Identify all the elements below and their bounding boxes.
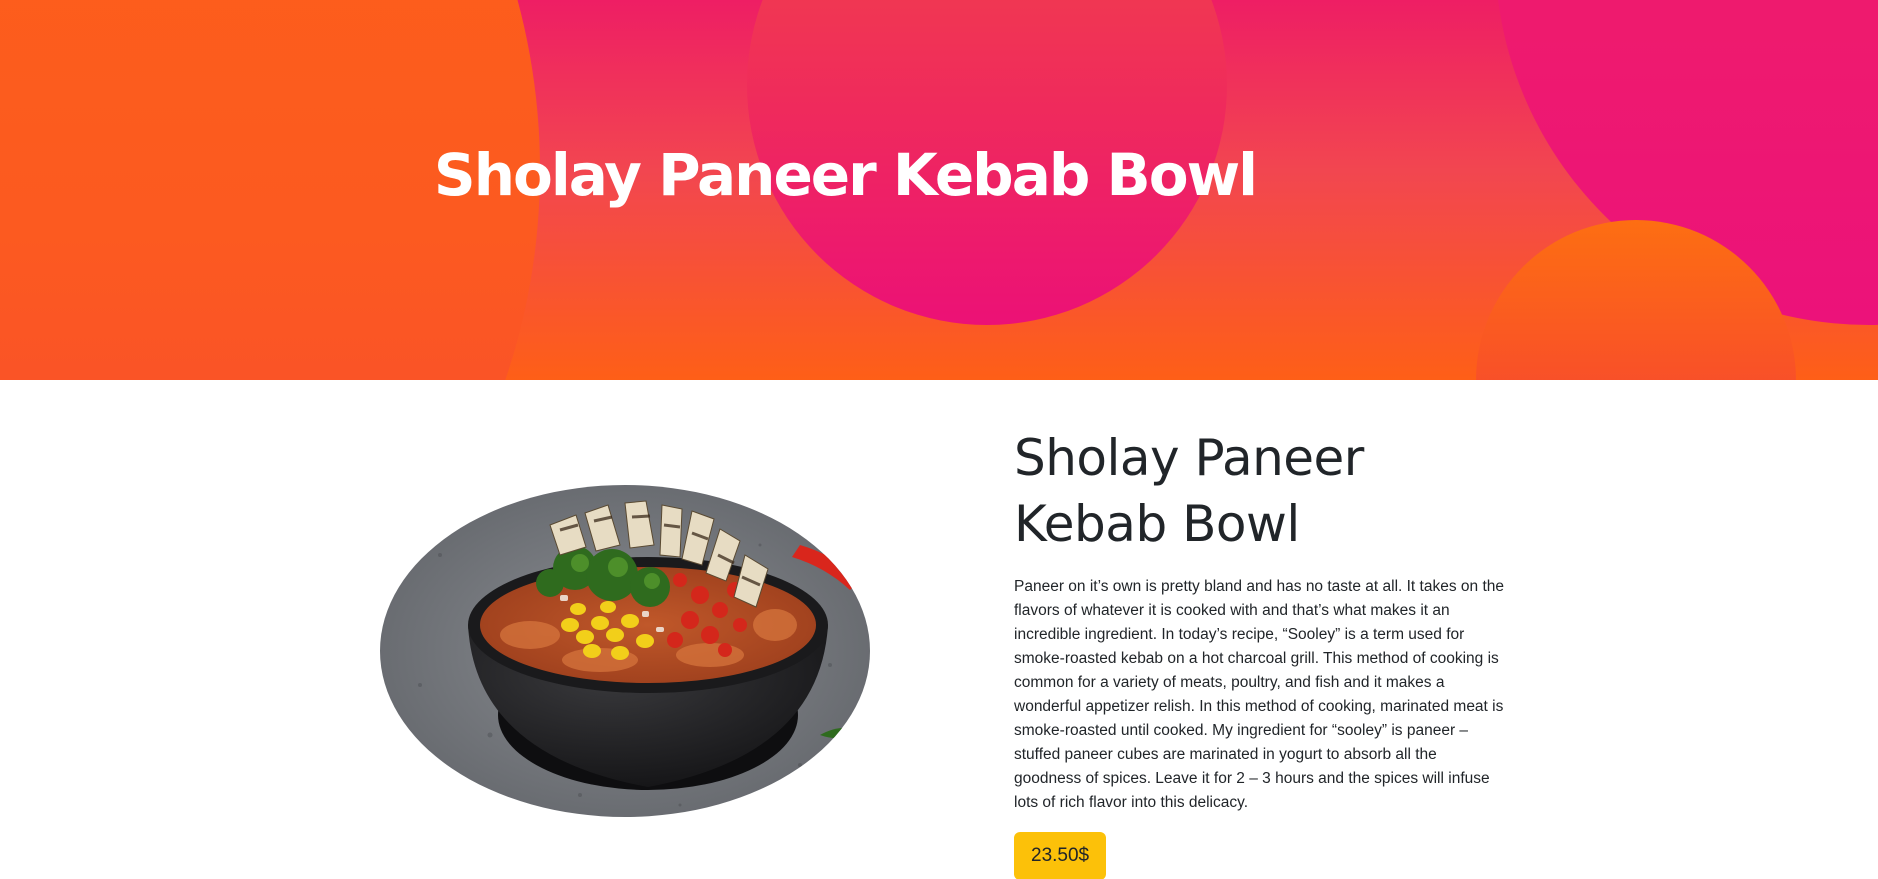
recipe-description: Paneer on it’s own is pretty bland and h…: [1014, 578, 1504, 811]
food-bowl-icon: [380, 485, 870, 817]
recipe-title: Sholay Paneer Kebab Bowl: [1014, 429, 1364, 553]
page: Sholay Paneer Kebab Bowl Sholay Paneer K…: [0, 0, 1878, 879]
hero-banner: Sholay Paneer Kebab Bowl: [0, 0, 1878, 380]
recipe-section: Sholay Paneer Kebab Bowl Paneer on it’s …: [0, 380, 1878, 879]
price-button[interactable]: 23.50$: [1014, 832, 1107, 879]
recipe-details: Sholay Paneer Kebab Bowl Paneer on it’s …: [1014, 425, 1514, 879]
hero-title: Sholay Paneer Kebab Bowl: [433, 141, 1258, 209]
recipe-photo: [380, 485, 870, 817]
